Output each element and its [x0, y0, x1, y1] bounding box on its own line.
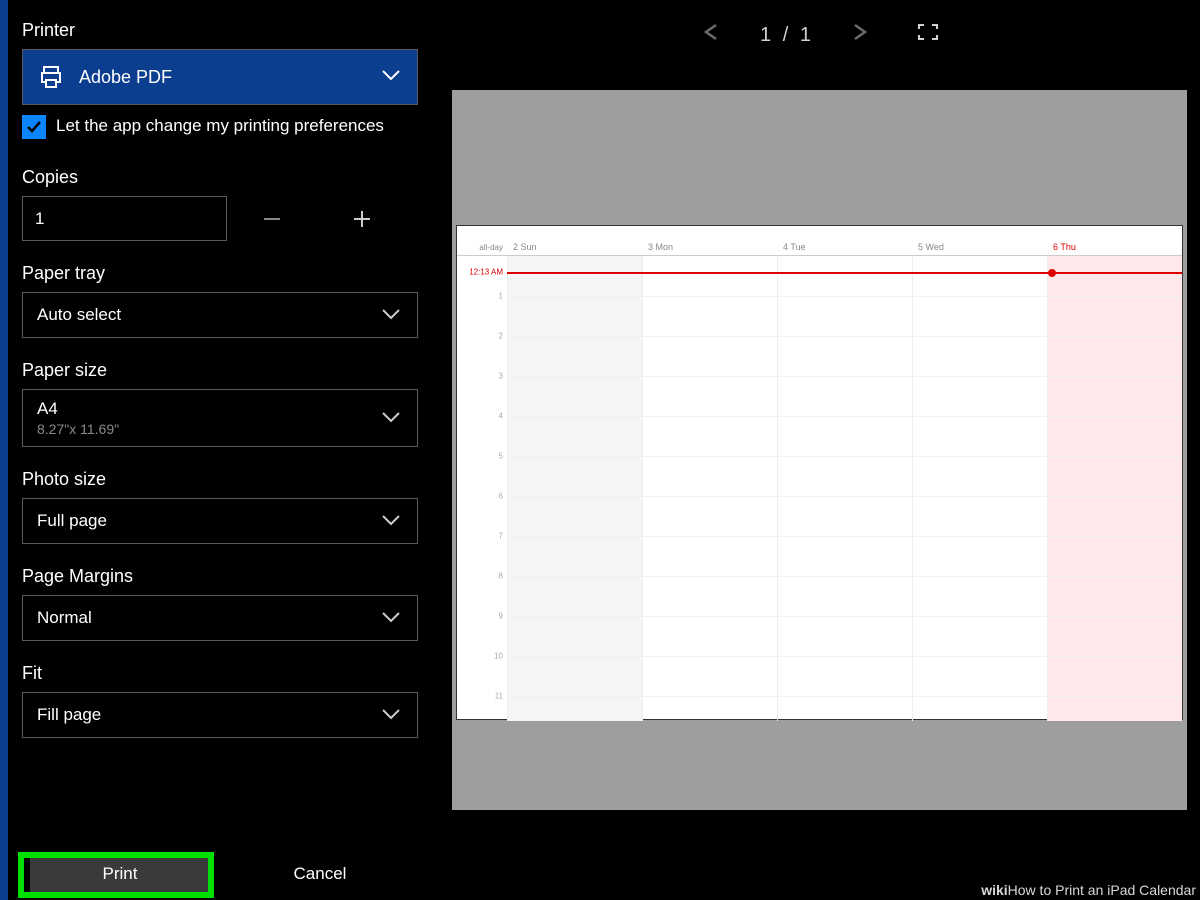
copies-input[interactable] [22, 196, 227, 241]
fit-label: Fit [22, 663, 418, 684]
hour-line [507, 376, 1182, 377]
calendar-day-header: 4 Tue [777, 242, 912, 255]
hour-line [507, 696, 1182, 697]
hour-line [507, 416, 1182, 417]
print-button[interactable]: Print [30, 856, 210, 892]
hour-line [507, 616, 1182, 617]
hour-line [507, 656, 1182, 657]
printer-icon [37, 66, 65, 88]
paper-size-dimensions: 8.27"x 11.69" [37, 421, 119, 437]
hour-line [507, 456, 1182, 457]
photo-size-label: Photo size [22, 469, 418, 490]
calendar-day-column-today [1047, 256, 1182, 721]
calendar-day-column [912, 256, 1047, 721]
hour-label: 7 [499, 532, 503, 541]
hour-line [507, 296, 1182, 297]
page-margins-value: Normal [37, 608, 92, 628]
fullscreen-icon[interactable] [917, 23, 939, 47]
hour-label: 1 [499, 292, 503, 301]
calendar-body: 12:13 AM 1 2 3 4 5 6 7 8 9 10 11 [457, 256, 1182, 721]
calendar-day-header: 3 Mon [642, 242, 777, 255]
calendar-day-column [507, 256, 642, 721]
hour-line [507, 336, 1182, 337]
photo-size-dropdown[interactable]: Full page [22, 498, 418, 544]
copies-increment[interactable] [317, 196, 407, 241]
hour-label: 4 [499, 412, 503, 421]
hour-line [507, 576, 1182, 577]
calendar-day-header: 2 Sun [507, 242, 642, 255]
page-margins-dropdown[interactable]: Normal [22, 595, 418, 641]
now-time-label: 12:13 AM [469, 268, 503, 277]
page-margins-label: Page Margins [22, 566, 418, 587]
next-page-button[interactable] [847, 23, 871, 47]
hour-label: 2 [499, 332, 503, 341]
hour-label: 11 [495, 692, 503, 701]
copies-label: Copies [22, 167, 418, 188]
time-gutter: 12:13 AM 1 2 3 4 5 6 7 8 9 10 11 [457, 256, 507, 721]
cancel-button[interactable]: Cancel [230, 856, 410, 892]
copies-decrement[interactable] [227, 196, 317, 241]
hour-label: 8 [499, 572, 503, 581]
preferences-checkbox-label: Let the app change my printing preferenc… [56, 115, 384, 137]
print-settings-panel: Printer Adobe PDF Let the app change my … [8, 0, 428, 900]
calendar-day-column [777, 256, 912, 721]
now-indicator-line [507, 272, 1182, 274]
calendar-day-column [642, 256, 777, 721]
chevron-down-icon [381, 408, 401, 428]
document-page: all-day 2 Sun 3 Mon 4 Tue 5 Wed 6 Thu 12… [456, 225, 1183, 720]
allday-label: all-day [457, 243, 507, 255]
prev-page-button[interactable] [700, 23, 724, 47]
paper-tray-value: Auto select [37, 305, 121, 325]
chevron-down-icon [381, 608, 401, 628]
watermark: wikiHow to Print an iPad Calendar [981, 882, 1196, 898]
hour-label: 10 [494, 652, 503, 661]
calendar-day-header: 5 Wed [912, 242, 1047, 255]
paper-size-value: A4 [37, 399, 58, 419]
hour-line [507, 536, 1182, 537]
hour-label: 6 [499, 492, 503, 501]
printer-dropdown[interactable]: Adobe PDF [22, 49, 418, 105]
hour-line [507, 496, 1182, 497]
calendar-header: all-day 2 Sun 3 Mon 4 Tue 5 Wed 6 Thu [457, 226, 1182, 256]
paper-tray-label: Paper tray [22, 263, 418, 284]
paper-size-label: Paper size [22, 360, 418, 381]
fit-value: Fill page [37, 705, 101, 725]
preview-toolbar: 1 / 1 [452, 10, 1187, 60]
preferences-checkbox[interactable] [22, 115, 46, 139]
chevron-down-icon [381, 305, 401, 325]
printer-value: Adobe PDF [79, 67, 172, 88]
printer-label: Printer [22, 20, 418, 41]
page-indicator: 1 / 1 [760, 24, 811, 47]
chevron-down-icon [381, 68, 401, 86]
hour-label: 3 [499, 372, 503, 381]
fit-dropdown[interactable]: Fill page [22, 692, 418, 738]
photo-size-value: Full page [37, 511, 107, 531]
accent-stripe [0, 0, 8, 900]
paper-size-dropdown[interactable]: A4 8.27"x 11.69" [22, 389, 418, 447]
paper-tray-dropdown[interactable]: Auto select [22, 292, 418, 338]
chevron-down-icon [381, 511, 401, 531]
chevron-down-icon [381, 705, 401, 725]
hour-label: 9 [499, 612, 503, 621]
print-preview-area[interactable]: all-day 2 Sun 3 Mon 4 Tue 5 Wed 6 Thu 12… [452, 90, 1187, 810]
now-indicator-dot [1048, 269, 1056, 277]
calendar-day-header-today: 6 Thu [1047, 242, 1182, 255]
hour-label: 5 [499, 452, 503, 461]
